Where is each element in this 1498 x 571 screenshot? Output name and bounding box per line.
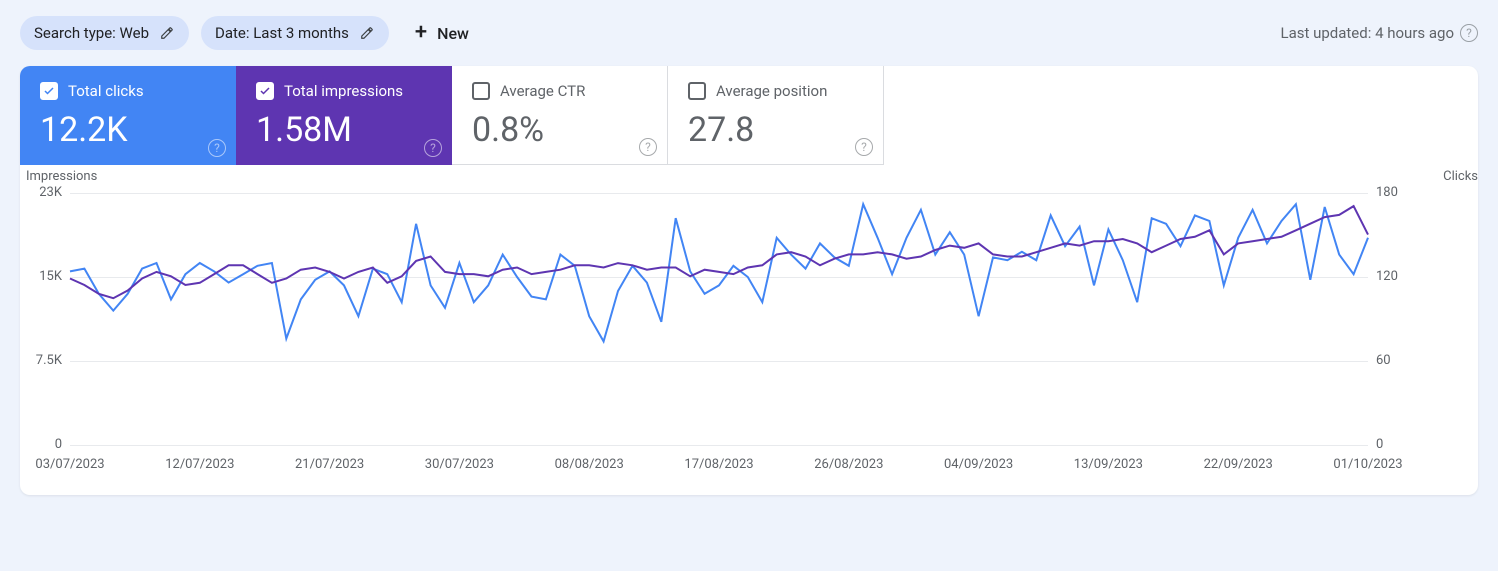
plus-icon: + <box>415 22 427 44</box>
metric-value: 12.2K <box>40 110 216 150</box>
metric-value: 27.8 <box>688 110 863 150</box>
help-icon[interactable]: ? <box>855 138 873 156</box>
metric-label: Average CTR <box>500 82 585 100</box>
metric-label: Average position <box>716 82 827 100</box>
filter-chip-label: Search type: Web <box>34 24 149 42</box>
new-filter-button[interactable]: + New <box>415 22 469 44</box>
checkbox-icon <box>688 82 706 100</box>
metric-label: Total clicks <box>68 82 144 100</box>
help-icon[interactable]: ? <box>208 139 226 157</box>
metric-value: 0.8% <box>472 110 647 150</box>
pencil-icon <box>359 25 375 41</box>
new-filter-label: New <box>437 24 469 43</box>
help-icon[interactable]: ? <box>639 138 657 156</box>
chart-area: ImpressionsClicks23K18015K1207.5K600003/… <box>20 165 1478 495</box>
checkbox-icon <box>40 82 58 100</box>
help-icon[interactable]: ? <box>424 139 442 157</box>
checkbox-icon <box>472 82 490 100</box>
metric-card-clicks[interactable]: Total clicks 12.2K ? <box>20 66 236 165</box>
chart-svg <box>20 165 1418 495</box>
metric-card-impressions[interactable]: Total impressions 1.58M ? <box>236 66 452 165</box>
pencil-icon <box>159 25 175 41</box>
help-icon[interactable]: ? <box>1460 24 1478 42</box>
right-axis-label: Clicks <box>1443 169 1478 184</box>
metric-label: Total impressions <box>284 82 403 100</box>
filter-chip-date[interactable]: Date: Last 3 months <box>201 16 389 50</box>
last-updated: Last updated: 4 hours ago ? <box>1280 24 1478 42</box>
metric-card-position[interactable]: Average position 27.8 ? <box>668 66 884 165</box>
checkbox-icon <box>256 82 274 100</box>
metric-card-ctr[interactable]: Average CTR 0.8% ? <box>452 66 668 165</box>
filter-chip-search-type[interactable]: Search type: Web <box>20 16 189 50</box>
filter-chip-label: Date: Last 3 months <box>215 24 349 42</box>
metric-value: 1.58M <box>256 110 432 150</box>
last-updated-text: Last updated: 4 hours ago <box>1280 24 1454 42</box>
performance-panel: Total clicks 12.2K ? Total impressions 1… <box>20 66 1478 495</box>
